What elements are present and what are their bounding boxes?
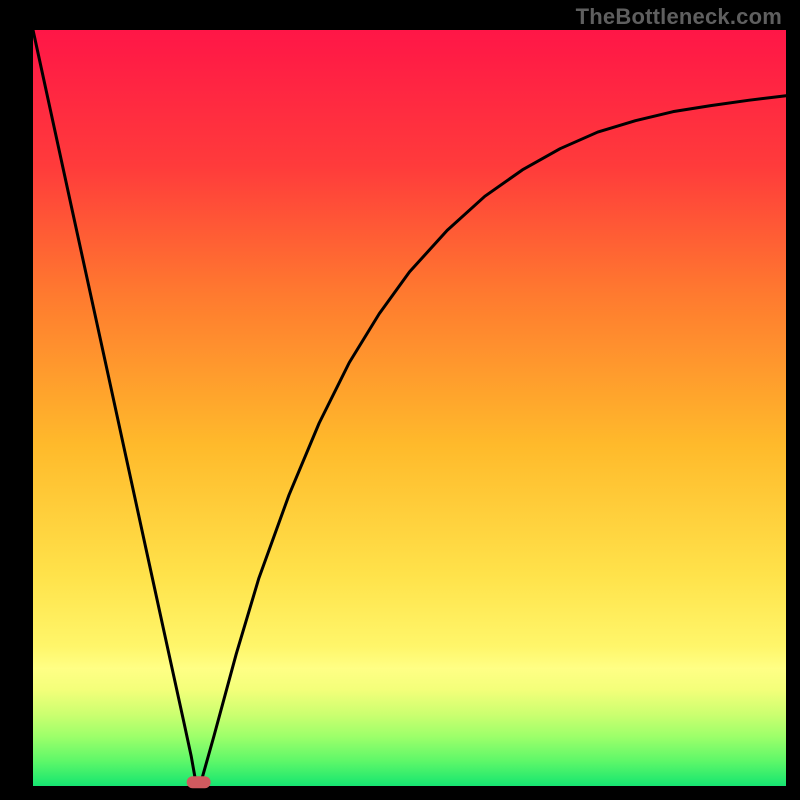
optimal-marker bbox=[187, 776, 211, 788]
bottleneck-chart bbox=[0, 0, 800, 800]
watermark-text: TheBottleneck.com bbox=[576, 4, 782, 30]
plot-background bbox=[33, 30, 786, 786]
chart-frame: TheBottleneck.com bbox=[0, 0, 800, 800]
